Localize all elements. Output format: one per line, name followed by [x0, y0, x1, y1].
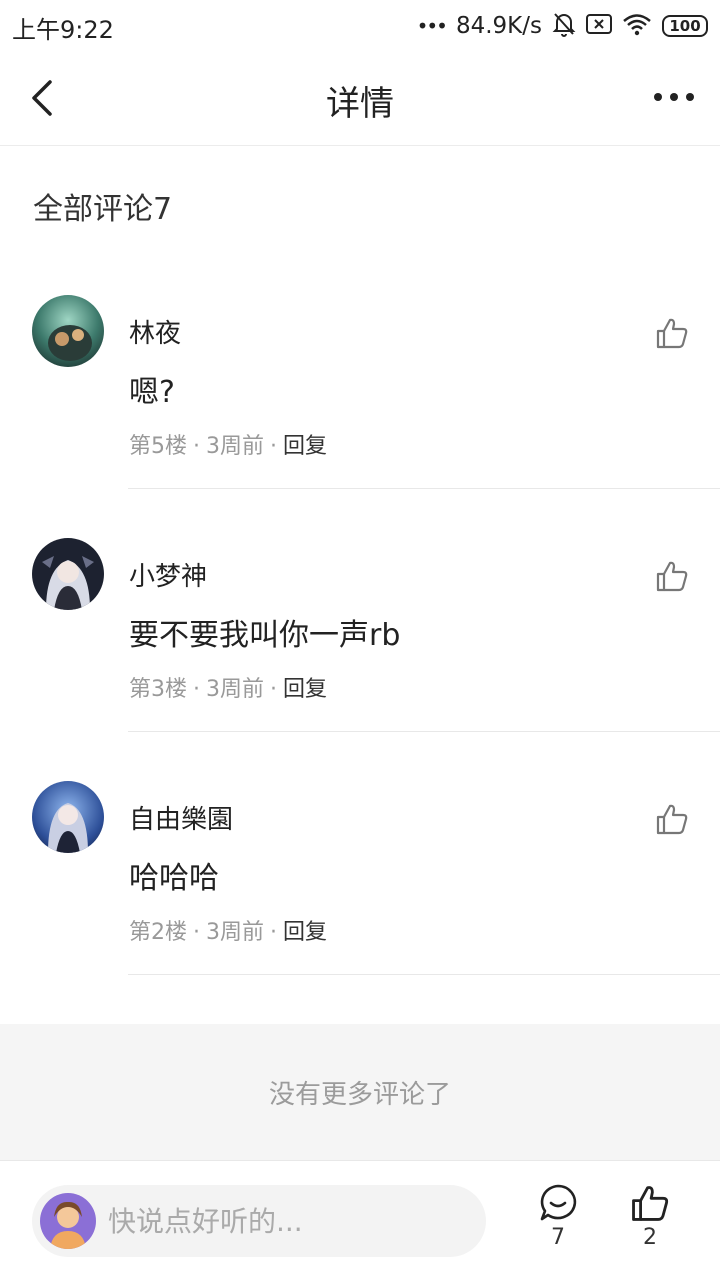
avatar[interactable] — [32, 538, 104, 610]
page-title: 详情 — [326, 84, 394, 124]
bottom-action-bar: 7 2 — [0, 1160, 720, 1280]
comments-button[interactable]: 7 — [528, 1183, 588, 1263]
avatar — [40, 1193, 96, 1249]
comment-bubble-icon — [540, 1184, 577, 1221]
comment-author[interactable]: 小梦神 — [129, 556, 207, 593]
status-bar: 上午9:22 ••• 84.9K/s 100 — [0, 0, 720, 52]
battery-level: 100 — [669, 17, 701, 35]
like-button[interactable] — [650, 797, 694, 841]
avatar[interactable] — [32, 295, 104, 367]
like-button[interactable] — [650, 311, 694, 355]
wifi-icon — [622, 12, 652, 40]
thumbs-up-icon — [656, 318, 688, 349]
comment-divider — [128, 731, 720, 732]
battery-icon: 100 — [662, 15, 708, 37]
comment-time: 3周前 — [206, 677, 264, 702]
comment-text: 嗯? — [129, 375, 175, 410]
comment-input-container[interactable] — [32, 1185, 486, 1257]
comment-item: 自由樂園 哈哈哈 第2楼 · 3周前 · 回复 — [0, 781, 720, 1024]
comment-meta: 第2楼 · 3周前 · 回复 — [129, 914, 327, 946]
comment-floor: 第5楼 — [129, 434, 187, 459]
status-icons: ••• 84.9K/s 100 — [417, 12, 708, 40]
comment-meta: 第5楼 · 3周前 · 回复 — [129, 428, 327, 460]
thumbs-up-icon — [632, 1186, 669, 1221]
reply-button[interactable]: 回复 — [283, 434, 327, 459]
all-comments-title: 全部评论7 — [33, 192, 173, 227]
like-count: 2 — [643, 1225, 657, 1250]
reply-button[interactable]: 回复 — [283, 677, 327, 702]
status-time: 上午9:22 — [12, 16, 114, 44]
more-horizontal-icon — [654, 93, 694, 101]
avatar[interactable] — [32, 781, 104, 853]
no-more-comments: 没有更多评论了 — [0, 1024, 720, 1160]
comment-floor: 第2楼 — [129, 920, 187, 945]
like-post-button[interactable]: 2 — [620, 1183, 680, 1263]
comment-floor: 第3楼 — [129, 677, 187, 702]
separator-dot: · — [193, 920, 200, 945]
comment-divider — [128, 488, 720, 489]
comment-text: 哈哈哈 — [129, 861, 219, 896]
comment-meta: 第3楼 · 3周前 · 回复 — [129, 671, 327, 703]
comment-input[interactable] — [108, 1185, 468, 1257]
comment-author[interactable]: 林夜 — [129, 313, 181, 350]
comment-divider — [128, 974, 720, 975]
thumbs-up-icon — [656, 804, 688, 835]
separator-dot: · — [270, 920, 277, 945]
reply-button[interactable]: 回复 — [283, 920, 327, 945]
separator-dot: · — [270, 434, 277, 459]
comment-author[interactable]: 自由樂園 — [129, 799, 233, 836]
separator-dot: · — [270, 677, 277, 702]
comment-time: 3周前 — [206, 434, 264, 459]
comment-time: 3周前 — [206, 920, 264, 945]
comment-item: 小梦神 要不要我叫你一声rb 第3楼 · 3周前 · 回复 — [0, 538, 720, 781]
thumbs-up-icon — [656, 561, 688, 592]
more-options-button[interactable] — [650, 82, 698, 112]
signal-dots-icon: ••• — [416, 14, 448, 38]
network-speed: 84.9K/s — [455, 13, 542, 39]
like-button[interactable] — [650, 554, 694, 598]
comment-text: 要不要我叫你一声rb — [129, 618, 401, 653]
sim-none-icon — [586, 13, 612, 39]
bell-muted-icon — [552, 11, 576, 41]
separator-dot: · — [193, 677, 200, 702]
comment-count: 7 — [551, 1225, 565, 1250]
comment-item: 林夜 嗯? 第5楼 · 3周前 · 回复 — [0, 295, 720, 538]
top-navigation-bar: 详情 — [0, 52, 720, 146]
separator-dot: · — [193, 434, 200, 459]
